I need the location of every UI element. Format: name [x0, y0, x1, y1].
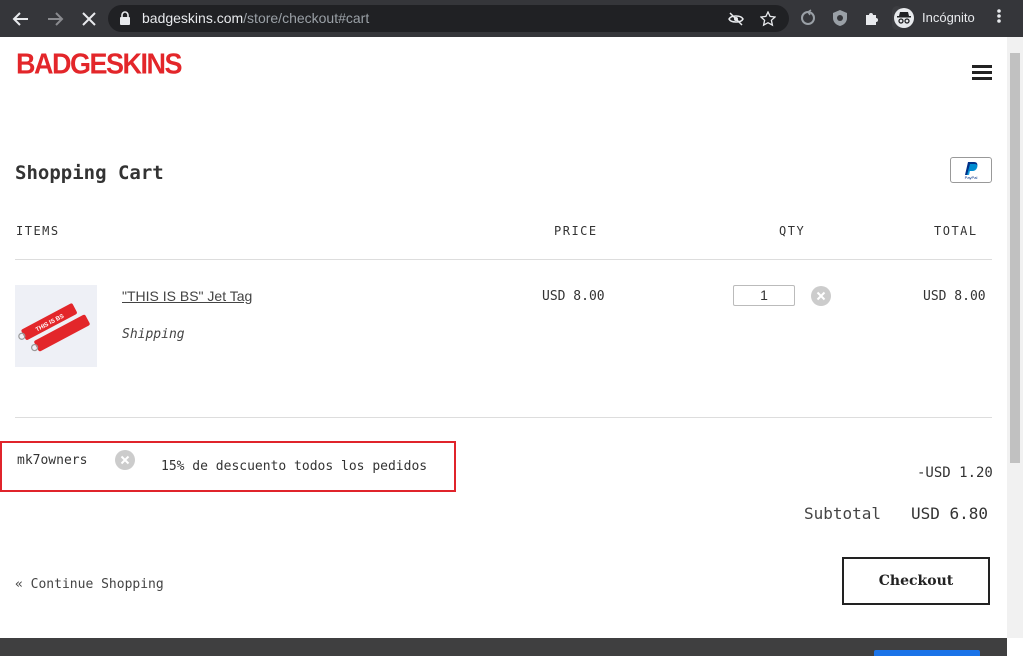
column-header-items: ITEMS [16, 224, 60, 238]
lock-icon[interactable] [119, 11, 131, 30]
remove-x-icon [816, 291, 826, 301]
column-header-total: TOTAL [934, 224, 978, 238]
star-icon[interactable] [759, 10, 777, 27]
cookie-banner [0, 638, 1007, 656]
subtotal-value: USD 6.80 [911, 504, 989, 523]
puzzle-icon[interactable] [863, 9, 881, 27]
address-bar[interactable]: badgeskins.com/store/checkout#cart [108, 5, 789, 32]
item-price: USD 8.00 [542, 289, 605, 304]
remove-coupon-button[interactable] [115, 450, 135, 470]
eye-off-icon[interactable] [728, 11, 744, 27]
checkout-button[interactable]: Checkout [842, 557, 990, 605]
svg-text:PayPal: PayPal [965, 175, 978, 180]
url-text[interactable]: badgeskins.com/store/checkout#cart [142, 10, 369, 26]
divider [15, 259, 992, 260]
paypal-icon[interactable]: PayPal [950, 157, 992, 183]
sync-icon[interactable] [799, 9, 817, 27]
forward-arrow-icon[interactable] [42, 6, 68, 32]
page-content: BADGESKINS Shopping Cart PayPal ITEMS PR… [0, 37, 1007, 638]
url-path: /store/checkout#cart [243, 10, 370, 26]
product-thumbnail[interactable]: THIS IS BS [15, 285, 97, 367]
coupon-description: 15% de descuento todos los pedidos [161, 459, 428, 474]
incognito-indicator[interactable]: Incógnito [892, 6, 975, 30]
item-total: USD 8.00 [923, 289, 986, 304]
coupon-code: mk7owners [17, 453, 88, 468]
column-header-qty: QTY [779, 224, 806, 238]
subtotal-label: Subtotal [804, 504, 882, 523]
quantity-input[interactable]: 1 [733, 285, 795, 306]
divider [15, 417, 992, 418]
product-name-link[interactable]: "THIS IS BS" Jet Tag [122, 288, 252, 304]
incognito-icon [894, 8, 914, 28]
incognito-label: Incógnito [922, 10, 975, 25]
shipping-note: Shipping [122, 327, 185, 342]
remove-item-button[interactable] [811, 286, 831, 306]
remove-x-icon [120, 455, 130, 465]
continue-shopping-link[interactable]: « Continue Shopping [15, 577, 164, 592]
scrollbar[interactable] [1007, 37, 1023, 638]
cookie-accept-button[interactable] [874, 650, 980, 656]
scrollbar-thumb[interactable] [1010, 53, 1020, 463]
discount-amount: -USD 1.20 [917, 465, 993, 481]
hamburger-menu-icon[interactable] [972, 65, 992, 81]
browser-toolbar: badgeskins.com/store/checkout#cart Incóg… [0, 0, 1023, 37]
more-vert-icon[interactable] [996, 6, 1002, 33]
site-logo[interactable]: BADGESKINS [16, 48, 183, 81]
back-arrow-icon[interactable] [8, 6, 34, 32]
page-title: Shopping Cart [15, 162, 164, 184]
shield-icon[interactable] [831, 9, 849, 27]
column-header-price: PRICE [554, 224, 598, 238]
url-domain: badgeskins.com [142, 10, 244, 26]
stop-loading-icon[interactable] [76, 6, 102, 32]
